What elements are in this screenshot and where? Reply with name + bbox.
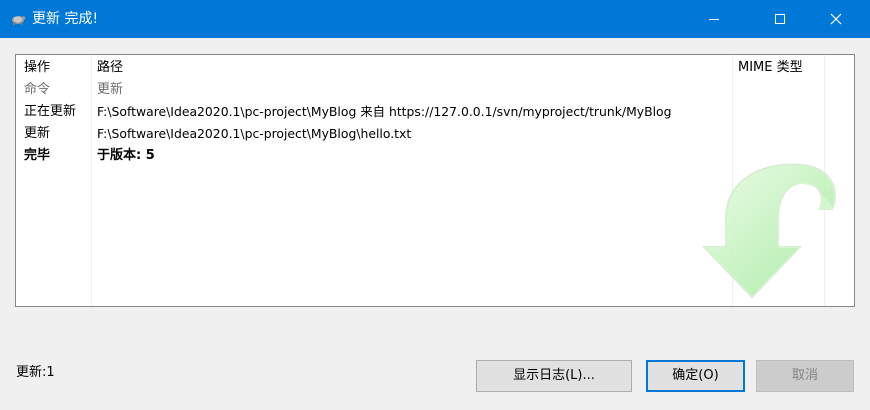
row-path: 于版本: 5 bbox=[97, 148, 155, 163]
column-header-mime[interactable]: MIME 类型 bbox=[738, 57, 803, 79]
cancel-button: 取消 bbox=[756, 360, 854, 392]
column-divider bbox=[91, 55, 92, 306]
column-header-path[interactable]: 路径 bbox=[97, 57, 123, 79]
row-action: 更新 bbox=[24, 126, 51, 141]
maximize-button[interactable] bbox=[757, 0, 803, 38]
minimize-button[interactable] bbox=[691, 0, 737, 38]
title-bar: 更新 完成! bbox=[0, 0, 870, 38]
maximize-icon bbox=[775, 14, 785, 24]
dialog-body: 操作 路径 MIME 类型 命令 更新 正在更新 F:\Software\Ide… bbox=[0, 38, 870, 410]
tortoise-icon bbox=[12, 16, 26, 25]
row-action: 完毕 bbox=[24, 148, 51, 163]
row-path: F:\Software\Idea2020.1\pc-project\MyBlog… bbox=[97, 104, 672, 119]
row-path: F:\Software\Idea2020.1\pc-project\MyBlog… bbox=[97, 126, 412, 141]
update-results-list[interactable]: 操作 路径 MIME 类型 命令 更新 正在更新 F:\Software\Ide… bbox=[15, 54, 855, 307]
close-icon bbox=[830, 13, 842, 25]
green-update-arrow-icon bbox=[701, 163, 837, 299]
status-text: 更新:1 bbox=[16, 365, 55, 380]
window-title: 更新 完成! bbox=[32, 11, 99, 27]
ok-button[interactable]: 确定(O) bbox=[646, 360, 745, 392]
minimize-icon bbox=[709, 19, 719, 20]
row-path: 更新 bbox=[97, 82, 124, 97]
close-button[interactable] bbox=[813, 0, 859, 38]
column-header-action[interactable]: 操作 bbox=[24, 57, 50, 79]
show-log-button[interactable]: 显示日志(L)... bbox=[476, 360, 632, 392]
row-action: 命令 bbox=[24, 82, 51, 97]
row-action: 正在更新 bbox=[24, 104, 77, 119]
